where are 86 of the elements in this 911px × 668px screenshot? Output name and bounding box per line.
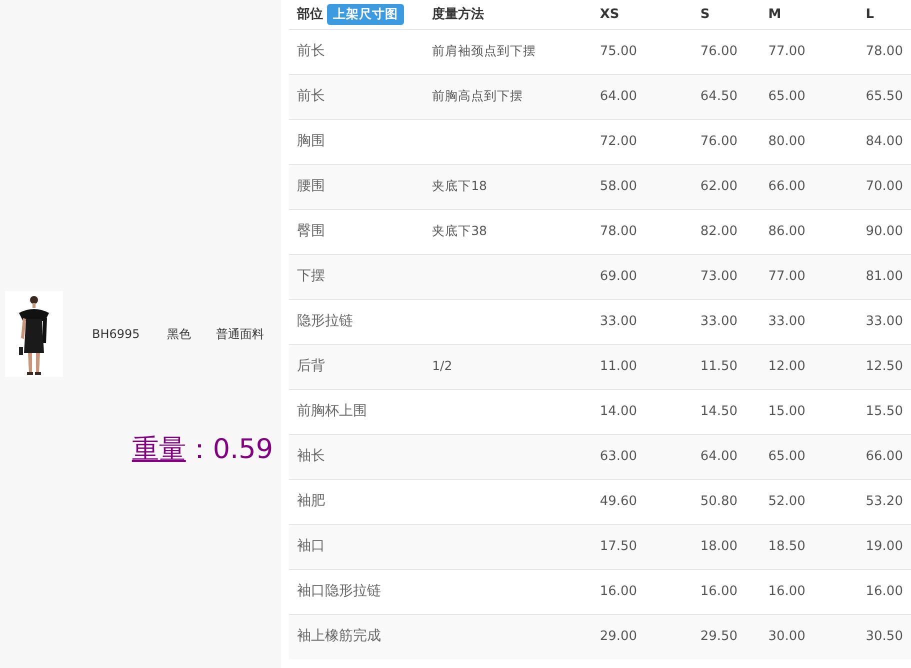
size-value: 29.50 (700, 629, 738, 644)
part-name: 袖口 (297, 538, 325, 554)
size-value: 17.50 (600, 538, 638, 554)
size-value: 12.50 (866, 358, 903, 374)
size-value: 76.00 (700, 134, 738, 149)
size-value: 66.00 (768, 178, 806, 194)
measure-method: 夹底下38 (432, 223, 488, 238)
size-value: 72.00 (600, 134, 638, 149)
measure-method: 前肩袖颈点到下摆 (432, 43, 536, 58)
size-value: 64.00 (600, 88, 638, 104)
size-value: 30.50 (866, 629, 903, 644)
size-value: 49.60 (600, 494, 638, 509)
size-value: 73.00 (700, 268, 738, 284)
size-value: 15.50 (866, 404, 903, 419)
part-name: 隐形拉链 (297, 313, 353, 329)
column-header: M (768, 6, 782, 22)
size-value: 33.00 (600, 314, 638, 329)
size-value: 86.00 (768, 224, 806, 239)
size-value: 11.00 (600, 358, 638, 374)
size-value: 58.00 (600, 178, 638, 194)
size-value: 69.00 (600, 268, 638, 284)
size-value: 15.00 (768, 404, 806, 419)
size-value: 33.00 (700, 314, 738, 329)
weight-text: 重量：0.59 (132, 433, 273, 467)
part-name: 袖长 (297, 448, 325, 464)
part-name: 臀围 (297, 223, 325, 239)
size-value: 81.00 (866, 268, 903, 284)
size-value: 90.00 (866, 224, 903, 239)
size-value: 84.00 (866, 134, 903, 149)
column-header: S (700, 6, 710, 22)
size-value: 11.50 (700, 358, 738, 374)
size-value: 33.00 (768, 314, 806, 329)
size-value: 52.00 (768, 494, 806, 509)
size-value: 30.00 (768, 629, 806, 644)
size-value: 80.00 (768, 134, 806, 149)
size-value: 82.00 (700, 224, 738, 239)
weight-link[interactable]: 重量 (132, 434, 186, 465)
column-header: 度量方法 (432, 6, 484, 22)
size-value: 65.00 (768, 448, 806, 464)
size-value: 76.00 (700, 44, 738, 59)
part-name: 前长 (297, 88, 325, 104)
size-value: 77.00 (768, 44, 806, 59)
size-value: 65.50 (866, 88, 903, 104)
part-name: 前胸杯上围 (297, 403, 367, 419)
part-name: 袖口隐形拉链 (297, 583, 381, 599)
size-value: 19.00 (866, 538, 903, 554)
size-value: 18.00 (700, 538, 738, 554)
fabric-type: 普通面料 (216, 326, 264, 343)
size-value: 16.00 (768, 584, 806, 599)
size-value: 64.00 (700, 448, 738, 464)
size-value: 14.00 (600, 404, 638, 419)
column-header: XS (600, 6, 620, 22)
part-name: 胸围 (297, 133, 325, 149)
size-value: 14.50 (700, 404, 738, 419)
size-value: 62.00 (700, 178, 738, 194)
part-name: 腰围 (297, 178, 325, 194)
size-value: 16.00 (700, 584, 738, 599)
size-value: 29.00 (600, 629, 638, 644)
size-value: 16.00 (600, 584, 638, 599)
size-value: 78.00 (600, 224, 638, 239)
size-value: 65.00 (768, 88, 806, 104)
size-value: 50.80 (700, 494, 738, 509)
size-value: 12.00 (768, 358, 806, 374)
size-value: 75.00 (600, 44, 638, 59)
column-header: L (866, 6, 874, 22)
size-value: 33.00 (866, 314, 903, 329)
size-value: 64.50 (700, 88, 738, 104)
part-name: 下摆 (297, 268, 325, 284)
part-name: 袖上橡筋完成 (297, 628, 381, 644)
part-name: 前长 (297, 43, 325, 59)
size-value: 66.00 (866, 448, 903, 464)
measure-method: 1/2 (432, 358, 452, 374)
product-code: BH6995 (92, 326, 140, 343)
size-value: 53.20 (866, 494, 903, 509)
size-value: 78.00 (866, 44, 903, 59)
size-value: 63.00 (600, 448, 638, 464)
size-value: 16.00 (866, 584, 903, 599)
size-value: 70.00 (866, 178, 903, 194)
measure-method: 前胸高点到下摆 (432, 88, 524, 104)
size-value: 77.00 (768, 268, 806, 284)
measure-method: 夹底下18 (432, 178, 488, 194)
column-header: 部位 (297, 6, 323, 22)
part-name: 袖肥 (297, 493, 325, 509)
size-value: 18.50 (768, 538, 806, 554)
product-color: 黑色 (166, 326, 191, 343)
part-name: 后背 (297, 358, 325, 374)
